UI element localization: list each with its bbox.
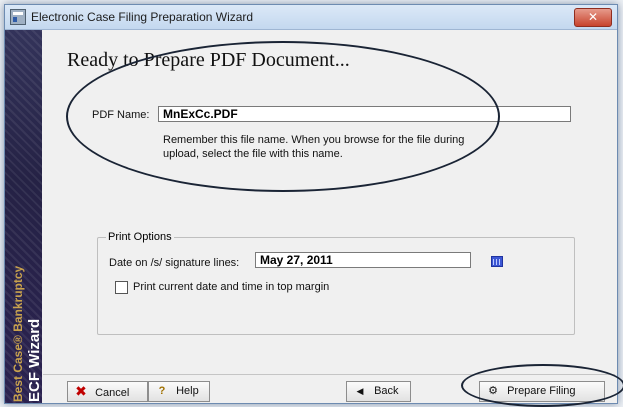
print-options-title: Print Options [106,231,174,243]
back-label: Back [374,385,399,397]
left-arrow-icon: ◀ [356,386,364,396]
close-icon: ✕ [587,10,599,24]
help-label: Help [176,385,199,397]
print-date-checkbox-label[interactable]: Print current date and time in top margi… [133,281,329,293]
title-bar[interactable]: Electronic Case Filing Preparation Wizar… [5,5,617,30]
cancel-button[interactable]: ✖ Cancel [67,381,148,402]
brand-line-2: ECF Wizard [26,318,43,402]
help-button[interactable]: ? Help [148,381,210,402]
cancel-label: Cancel [95,387,130,399]
calendar-icon[interactable] [491,256,503,267]
wizard-window: Electronic Case Filing Preparation Wizar… [4,4,623,407]
sidebar-banner: Best Case® Bankruptcy ECF Wizard [5,30,43,403]
print-date-checkbox[interactable] [115,281,128,294]
signature-date-label: Date on /s/ signature lines: [109,257,240,269]
signature-date-input[interactable]: May 27, 2011 [255,252,471,268]
back-button[interactable]: ◀ Back [346,381,411,402]
question-mark-icon: ? [158,385,166,397]
highlight-oval-prepare [461,364,623,407]
red-x-icon: ✖ [75,383,87,399]
brand-line-1: Best Case® Bankruptcy [11,265,25,402]
highlight-oval-pdf [66,41,500,192]
close-button[interactable]: ✕ [574,8,612,27]
app-window-icon [10,9,26,25]
window-title: Electronic Case Filing Preparation Wizar… [31,10,254,24]
